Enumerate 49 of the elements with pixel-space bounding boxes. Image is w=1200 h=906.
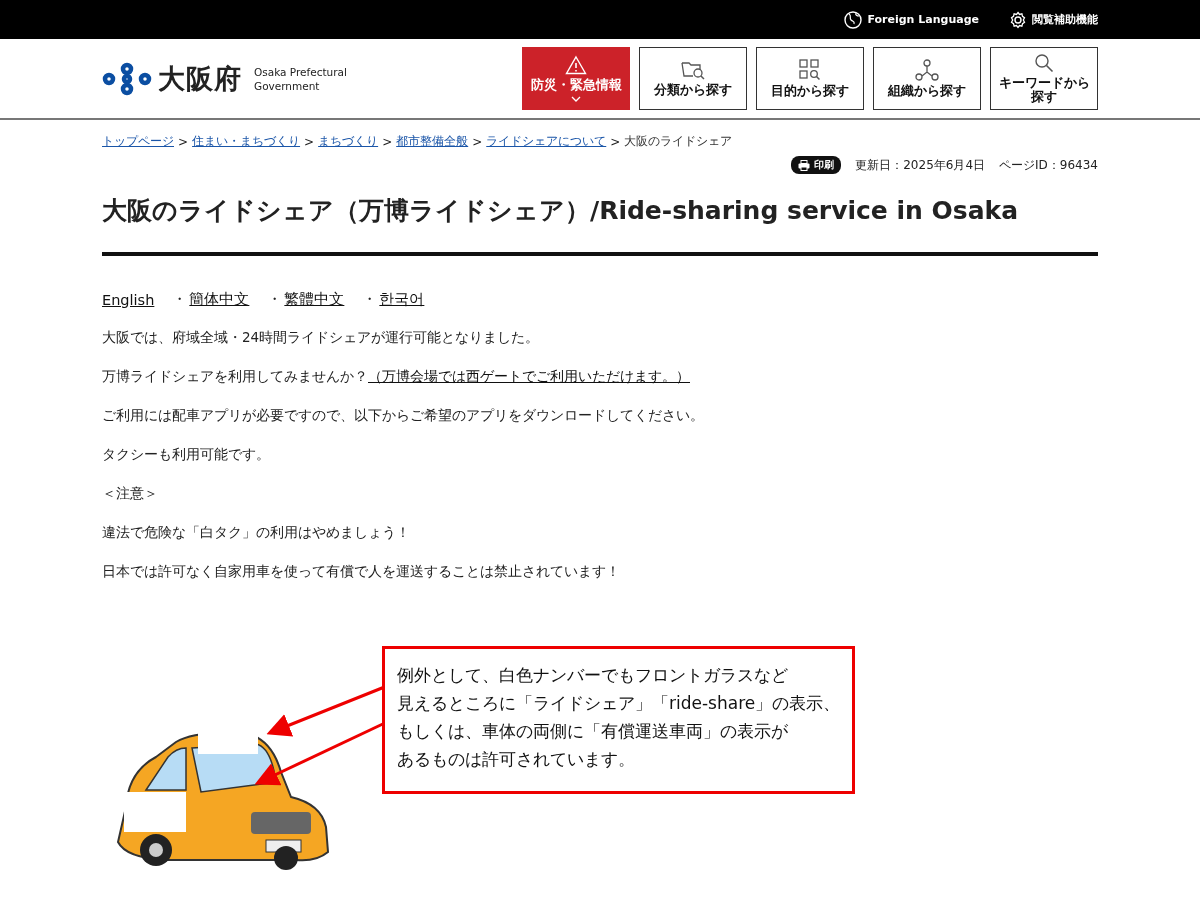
- list-bullet: ・: [172, 290, 188, 309]
- paragraph: ＜注意＞: [102, 484, 159, 503]
- search-icon: [1034, 52, 1054, 73]
- paragraph: タクシーも利用可能です。: [102, 445, 271, 464]
- paragraph: 日本では許可なく自家用車を使って有償で人を運送することは禁止されています！: [102, 562, 621, 581]
- caret-icon: [571, 95, 581, 102]
- language-link[interactable]: 한국어: [379, 290, 425, 309]
- site-subtitle: Osaka Prefectural Government: [254, 64, 347, 93]
- breadcrumb-separator: >: [472, 134, 483, 149]
- logo-icon: [102, 61, 152, 96]
- updated-date: 更新日：2025年6月4日: [855, 156, 986, 174]
- printer-icon: [798, 159, 811, 171]
- breadcrumb-link[interactable]: 住まい・まちづくり: [192, 133, 301, 150]
- paragraph: 大阪では、府域全域・24時間ライドシェアが運行可能となりました。: [102, 328, 541, 347]
- venue-link[interactable]: （万博会場では西ゲートでご利用いただけます。）: [368, 368, 690, 384]
- top-link[interactable]: 閲覧補助機能: [1009, 10, 1098, 29]
- site-logo-text[interactable]: 大阪府: [158, 60, 242, 97]
- top-link[interactable]: Foreign Language: [844, 10, 979, 29]
- settings-icon: [1009, 10, 1027, 29]
- breadcrumb-link[interactable]: ライドシェアについて: [486, 133, 607, 150]
- language-link[interactable]: 繁體中文: [284, 290, 345, 309]
- page-id: ページID：96434: [999, 156, 1098, 174]
- nav-button[interactable]: 分類から探す: [639, 47, 747, 110]
- callout-text: 例外として、白色ナンバーでもフロントガラスなど 見えるところに「ライドシェア」「ride-share」の表示、 もしくは、車体の両側に「有償運送車両」の表示が あるものは許可されています。: [382, 646, 856, 794]
- paragraph: 万博ライドシェアを利用してみませんか？（万博会場では西ゲートでご利用いただけます。）: [102, 367, 691, 386]
- nav-button[interactable]: キーワードから探す: [990, 47, 1098, 110]
- breadcrumb-link[interactable]: トップページ: [102, 133, 174, 150]
- nodes-icon: [915, 58, 939, 81]
- nav-button[interactable]: 防災・緊急情報: [522, 47, 630, 110]
- list-bullet: ・: [267, 290, 283, 309]
- breadcrumb-separator: >: [610, 134, 621, 149]
- grid-search-icon: [799, 58, 821, 81]
- breadcrumb-separator: >: [382, 134, 393, 149]
- breadcrumb-separator: >: [178, 134, 189, 149]
- paragraph: 違法で危険な「白タク」の利用はやめましょう！: [102, 523, 411, 542]
- page-title: 大阪のライドシェア（万博ライドシェア）/Ride-sharing service in Osaka: [102, 194, 1098, 256]
- nav-button[interactable]: 組織から探す: [873, 47, 981, 110]
- print-button[interactable]: 印刷: [791, 156, 842, 174]
- breadcrumb-current: 大阪のライドシェア: [624, 133, 733, 150]
- nav-button[interactable]: 目的から探す: [756, 47, 864, 110]
- list-bullet: ・: [362, 290, 378, 309]
- breadcrumb-link[interactable]: 都市整備全般: [396, 133, 469, 150]
- language-link[interactable]: 簡体中文: [189, 290, 250, 309]
- language-link[interactable]: English: [102, 291, 155, 308]
- breadcrumb-separator: >: [304, 134, 315, 149]
- paragraph: ご利用には配車アプリが必要ですので、以下からご希望のアプリをダウンロードしてください。: [102, 406, 705, 425]
- warning-icon: [565, 55, 587, 76]
- folder-search-icon: [680, 59, 706, 80]
- breadcrumb-link[interactable]: まちづくり: [318, 133, 379, 150]
